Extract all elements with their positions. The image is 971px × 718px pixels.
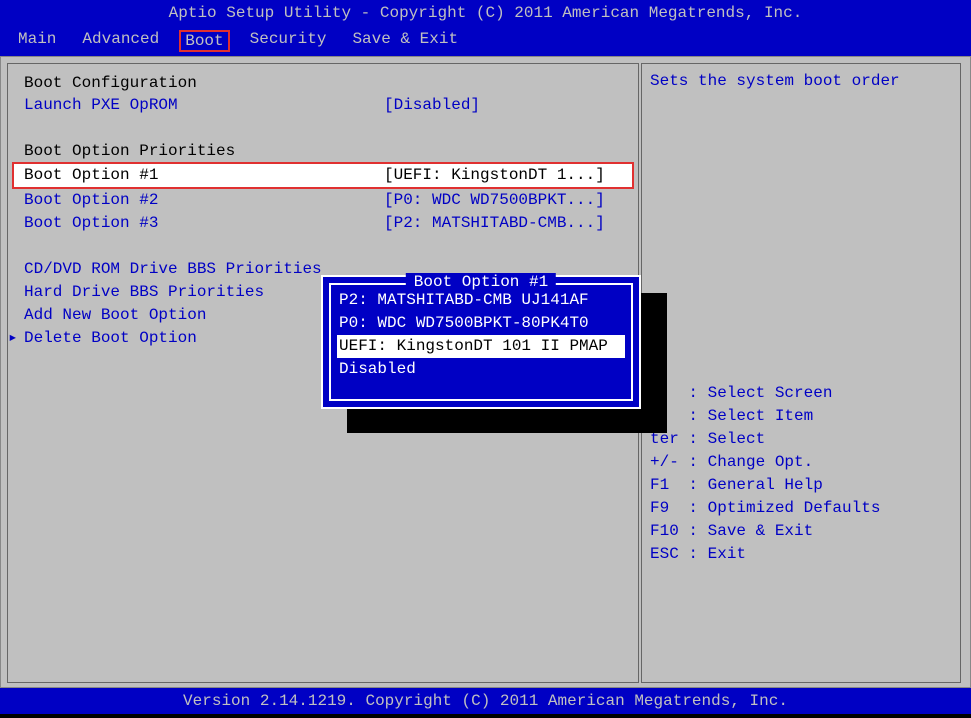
legend-select: ter : Select (650, 428, 880, 451)
content-area: Boot Configuration Launch PXE OpROM [Dis… (0, 56, 971, 688)
popup-option-wdc[interactable]: P0: WDC WD7500BPKT-80PK4T0 (337, 312, 625, 335)
popup-title: Boot Option #1 (406, 273, 556, 291)
legend-exit: ESC : Exit (650, 543, 880, 566)
legend-general-help: F1 : General Help (650, 474, 880, 497)
menu-security[interactable]: Security (244, 30, 333, 52)
help-description: Sets the system boot order (650, 72, 952, 90)
priorities-heading: Boot Option Priorities (12, 140, 634, 162)
boot-config-heading: Boot Configuration (12, 72, 634, 94)
launch-pxe-row[interactable]: Launch PXE OpROM [Disabled] (12, 94, 634, 117)
popup-options: P2: MATSHITABD-CMB UJ141AF P0: WDC WD750… (331, 285, 631, 385)
popup-option-disabled[interactable]: Disabled (337, 358, 625, 381)
header-title: Aptio Setup Utility - Copyright (C) 2011… (0, 0, 971, 26)
boot-option-popup: Boot Option #1 P2: MATSHITABD-CMB UJ141A… (321, 275, 641, 409)
legend-select-screen: : Select Screen (650, 382, 880, 405)
boot-option-3-value: [P2: MATSHITABD-CMB...] (384, 212, 605, 235)
header-title-text: Aptio Setup Utility - Copyright (C) 2011… (169, 4, 803, 22)
arrow-icon: ▸ (8, 327, 18, 350)
popup-option-kingston[interactable]: UEFI: KingstonDT 101 II PMAP (337, 335, 625, 358)
boot-option-3-label: Boot Option #3 (24, 212, 384, 235)
legend-save-exit: F10 : Save & Exit (650, 520, 880, 543)
popup-option-matshita[interactable]: P2: MATSHITABD-CMB UJ141AF (337, 289, 625, 312)
boot-option-1-label: Boot Option #1 (24, 164, 384, 187)
menu-advanced[interactable]: Advanced (76, 30, 165, 52)
launch-pxe-value: [Disabled] (384, 94, 480, 117)
footer: Version 2.14.1219. Copyright (C) 2011 Am… (0, 688, 971, 714)
boot-option-3-row[interactable]: Boot Option #3 [P2: MATSHITABD-CMB...] (12, 212, 634, 235)
help-panel: Sets the system boot order : Select Scre… (641, 63, 961, 683)
legend-optimized-defaults: F9 : Optimized Defaults (650, 497, 880, 520)
legend-change-opt: +/- : Change Opt. (650, 451, 880, 474)
menu-bar: Main Advanced Boot Security Save & Exit (0, 26, 971, 56)
launch-pxe-label: Launch PXE OpROM (24, 94, 384, 117)
boot-option-1-row[interactable]: Boot Option #1 [UEFI: KingstonDT 1...] (12, 162, 634, 189)
boot-option-2-value: [P0: WDC WD7500BPKT...] (384, 189, 605, 212)
boot-option-2-row[interactable]: Boot Option #2 [P0: WDC WD7500BPKT...] (12, 189, 634, 212)
menu-main[interactable]: Main (12, 30, 62, 52)
key-legend: : Select Screen : Select Item ter : Sele… (650, 382, 880, 566)
boot-option-1-value: [UEFI: KingstonDT 1...] (384, 164, 605, 187)
legend-select-item: : Select Item (650, 405, 880, 428)
menu-boot[interactable]: Boot (179, 30, 229, 52)
menu-save-exit[interactable]: Save & Exit (346, 30, 464, 52)
footer-text: Version 2.14.1219. Copyright (C) 2011 Am… (183, 692, 788, 710)
popup-inner: Boot Option #1 P2: MATSHITABD-CMB UJ141A… (329, 283, 633, 401)
bios-screen: Aptio Setup Utility - Copyright (C) 2011… (0, 0, 971, 718)
boot-option-2-label: Boot Option #2 (24, 189, 384, 212)
